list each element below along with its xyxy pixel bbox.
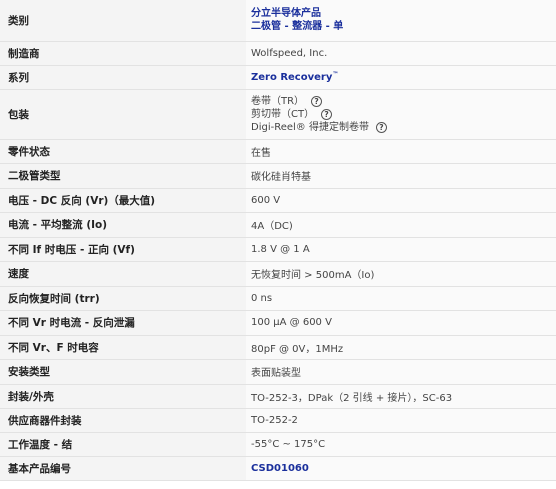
- attribute-row-packaging: 包装 卷带（TR）? 剪切带（CT）? Digi-Reel® 得捷定制卷带?: [0, 89, 556, 139]
- packaging-option-ct: 剪切带（CT）?: [251, 108, 556, 121]
- series-link-label: Zero Recovery: [251, 72, 333, 83]
- attribute-label: 不同 If 时电压 - 正向 (Vf): [0, 237, 246, 261]
- attribute-row-supplier-package: 供应商器件封装 TO-252-2: [0, 408, 556, 432]
- help-icon[interactable]: ?: [311, 95, 323, 107]
- attribute-row-reverse-leakage: 不同 Vr 时电流 - 反向泄漏 100 µA @ 600 V: [0, 310, 556, 335]
- base-product-number-link[interactable]: CSD01060: [251, 463, 309, 474]
- attribute-value: 卷带（TR）? 剪切带（CT）? Digi-Reel® 得捷定制卷带?: [246, 89, 556, 139]
- attribute-label: 零件状态: [0, 139, 246, 163]
- attribute-row-mounting-type: 安装类型 表面贴装型: [0, 359, 556, 384]
- attribute-value: 分立半导体产品 二极管 - 整流器 - 单: [246, 0, 556, 41]
- trademark-symbol: ™: [332, 71, 339, 78]
- attribute-row-forward-voltage: 不同 If 时电压 - 正向 (Vf) 1.8 V @ 1 A: [0, 237, 556, 261]
- attribute-row-diode-type: 二极管类型 碳化硅肖特基: [0, 163, 556, 188]
- attribute-label: 封装/外壳: [0, 384, 246, 408]
- attribute-label: 基本产品编号: [0, 456, 246, 480]
- product-attributes-table: 类别 分立半导体产品 二极管 - 整流器 - 单 制造商 Wolfspeed, …: [0, 0, 556, 481]
- attribute-label: 不同 Vr 时电流 - 反向泄漏: [0, 310, 246, 335]
- attribute-value: Zero Recovery™: [246, 65, 556, 89]
- attribute-value: TO-252-3，DPak（2 引线 + 接片），SC-63: [246, 384, 556, 408]
- attribute-row-speed: 速度 无恢复时间 > 500mA（Io): [0, 261, 556, 286]
- attribute-label: 电流 - 平均整流 (Io): [0, 212, 246, 237]
- attribute-value: 碳化硅肖特基: [246, 163, 556, 188]
- attribute-label: 类别: [0, 0, 246, 41]
- attribute-value: 表面贴装型: [246, 359, 556, 384]
- attribute-label: 制造商: [0, 41, 246, 65]
- attribute-row-package-case: 封装/外壳 TO-252-3，DPak（2 引线 + 接片），SC-63: [0, 384, 556, 408]
- attribute-value: 在售: [246, 139, 556, 163]
- attribute-label: 安装类型: [0, 359, 246, 384]
- help-icon[interactable]: ?: [375, 121, 387, 133]
- attribute-row-base-product-number: 基本产品编号 CSD01060: [0, 456, 556, 480]
- packaging-option-tr: 卷带（TR）?: [251, 95, 556, 108]
- attribute-value: 80pF @ 0V，1MHz: [246, 335, 556, 359]
- packaging-option-label: 卷带（TR）: [251, 95, 305, 107]
- attribute-row-part-status: 零件状态 在售: [0, 139, 556, 163]
- attribute-row-manufacturer: 制造商 Wolfspeed, Inc.: [0, 41, 556, 65]
- attribute-label: 速度: [0, 261, 246, 286]
- manufacturer-value: Wolfspeed, Inc.: [246, 41, 556, 65]
- help-icon[interactable]: ?: [321, 108, 333, 120]
- packaging-option-label: 剪切带（CT）: [251, 108, 315, 120]
- attribute-row-current-rectified: 电流 - 平均整流 (Io) 4A（DC): [0, 212, 556, 237]
- packaging-option-label: Digi-Reel® 得捷定制卷带: [251, 121, 369, 133]
- packaging-option-digireel: Digi-Reel® 得捷定制卷带?: [251, 121, 556, 134]
- attribute-row-reverse-recovery-time: 反向恢复时间 (trr) 0 ns: [0, 286, 556, 310]
- attribute-label: 反向恢复时间 (trr): [0, 286, 246, 310]
- attribute-label: 电压 - DC 反向 (Vr)（最大值): [0, 188, 246, 212]
- attribute-value: TO-252-2: [246, 408, 556, 432]
- attribute-row-series: 系列 Zero Recovery™: [0, 65, 556, 89]
- attribute-label: 工作温度 - 结: [0, 432, 246, 456]
- attribute-value: 100 µA @ 600 V: [246, 310, 556, 335]
- attribute-label: 包装: [0, 89, 246, 139]
- attribute-value: 600 V: [246, 188, 556, 212]
- attribute-row-category: 类别 分立半导体产品 二极管 - 整流器 - 单: [0, 0, 556, 41]
- attribute-value: CSD01060: [246, 456, 556, 480]
- attribute-value: 无恢复时间 > 500mA（Io): [246, 261, 556, 286]
- attribute-value: -55°C ~ 175°C: [246, 432, 556, 456]
- attribute-row-voltage-dc-reverse: 电压 - DC 反向 (Vr)（最大值) 600 V: [0, 188, 556, 212]
- attribute-label: 系列: [0, 65, 246, 89]
- series-link[interactable]: Zero Recovery™: [251, 71, 339, 83]
- attribute-value: 4A（DC): [246, 212, 556, 237]
- attribute-value: 1.8 V @ 1 A: [246, 237, 556, 261]
- attribute-label: 供应商器件封装: [0, 408, 246, 432]
- attribute-label: 不同 Vr、F 时电容: [0, 335, 246, 359]
- attribute-label: 二极管类型: [0, 163, 246, 188]
- attribute-row-operating-temperature: 工作温度 - 结 -55°C ~ 175°C: [0, 432, 556, 456]
- attribute-value: 0 ns: [246, 286, 556, 310]
- category-link-discrete[interactable]: 分立半导体产品: [251, 7, 556, 20]
- category-link-rectifiers[interactable]: 二极管 - 整流器 - 单: [251, 20, 556, 33]
- attribute-row-capacitance: 不同 Vr、F 时电容 80pF @ 0V，1MHz: [0, 335, 556, 359]
